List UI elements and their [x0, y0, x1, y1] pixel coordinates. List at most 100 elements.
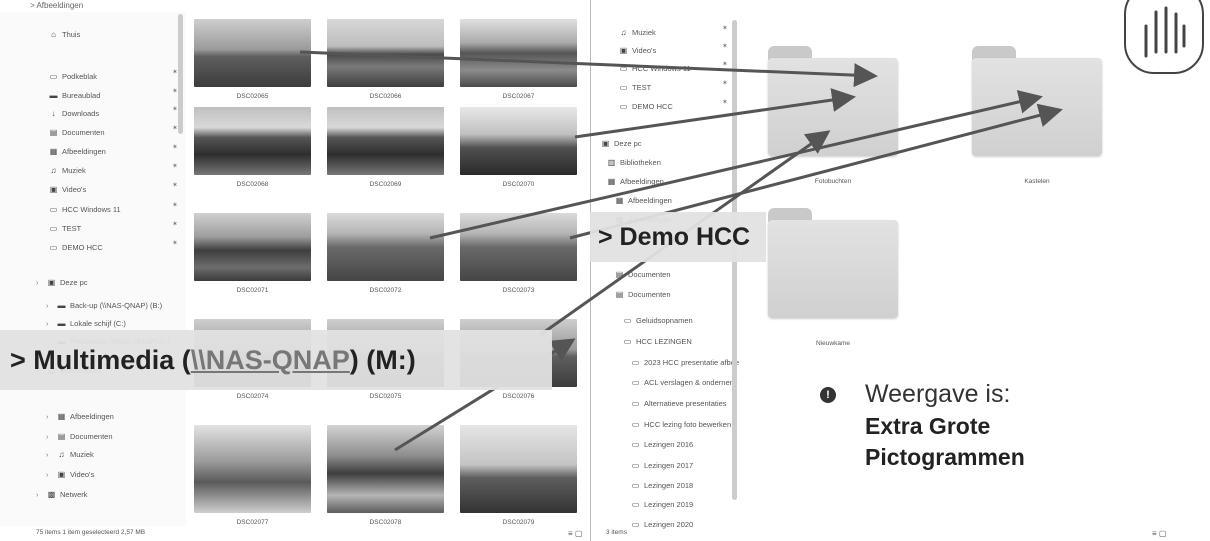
nav-item-label: Lezingen 2017 — [644, 461, 694, 470]
video-icon: ▣ — [619, 46, 628, 55]
pin-icon[interactable]: ✶ — [722, 79, 728, 87]
nav-item[interactable]: ▭ Lezingen 2016 — [630, 436, 694, 454]
nav-item[interactable]: ▥ Bibliotheken — [606, 154, 661, 172]
nav-item[interactable]: ▭ HCC Windows 11 — [48, 201, 121, 219]
nav-item[interactable]: ▭ 2023 HCC presentatie afbee — [630, 354, 739, 372]
nav-item-label: Alternatieve presentaties — [644, 399, 727, 408]
nav-item[interactable]: ♫ Muziek — [48, 162, 86, 180]
nav-item[interactable]: ▤ Documenten — [48, 124, 105, 142]
nav-item[interactable]: › ▤ Documenten — [46, 428, 113, 446]
nav-item[interactable]: ▭ Lezingen 2018 — [630, 477, 694, 495]
photo-thumbnail[interactable] — [460, 213, 577, 281]
view-toggle-right[interactable]: ≡ ▢ — [1152, 529, 1166, 538]
pin-icon[interactable]: ✶ — [722, 60, 728, 68]
nav-item[interactable]: ↓ Downloads — [48, 105, 100, 123]
nav-item[interactable]: ♫ Muziek — [618, 24, 656, 42]
photo-thumbnail[interactable] — [327, 213, 444, 281]
hand-icon — [1124, 0, 1204, 74]
folder-label: Kastelen — [1024, 178, 1050, 185]
nav-item[interactable]: ▤ Documenten — [614, 286, 671, 304]
photo-thumbnail[interactable] — [194, 107, 311, 175]
note-line-1: Weergave is: — [865, 380, 1011, 408]
pin-icon[interactable]: ✶ — [172, 105, 178, 113]
nav-scrollbar[interactable] — [178, 14, 183, 134]
document-icon: ▤ — [49, 128, 58, 137]
nav-item[interactable]: ▭ DEMO HCC — [48, 239, 103, 257]
pin-icon[interactable]: ✶ — [172, 162, 178, 170]
nav-item[interactable]: ▬ Bureaublad — [48, 87, 101, 105]
nav-item[interactable]: ▭ DEMO HCC — [618, 98, 673, 116]
photo-thumbnail[interactable] — [194, 213, 311, 281]
nav-item[interactable]: ▭ Lezingen 2019 — [630, 496, 694, 514]
nav-item[interactable]: ▭ Lezingen 2017 — [630, 457, 694, 475]
breadcrumb[interactable]: > Afbeeldingen — [0, 0, 590, 12]
pin-icon[interactable]: ✶ — [172, 87, 178, 95]
folder-icon: ▭ — [49, 224, 58, 233]
nav-item[interactable]: › ▬ Back-up (\\NAS-QNAP) (B:) — [46, 297, 162, 315]
nav-item[interactable]: ▭ TEST — [48, 220, 81, 238]
nav-item[interactable]: › ▣ Deze pc — [36, 274, 88, 292]
nav-item[interactable]: ▦ Afbeeldingen — [614, 192, 672, 210]
pin-icon[interactable]: ✶ — [172, 124, 178, 132]
pin-icon[interactable]: ✶ — [172, 181, 178, 189]
photo-thumbnail[interactable] — [327, 19, 444, 87]
chevron-icon[interactable]: › — [46, 467, 56, 485]
nav-item[interactable]: ▭ Geluidsopnamen — [622, 312, 693, 330]
nav-item[interactable]: ▭ Lezingen 2020 — [630, 516, 694, 534]
nav-item[interactable]: ▭ HCC Windows 11 — [618, 60, 691, 78]
photo-thumbnail[interactable] — [460, 425, 577, 513]
pin-icon[interactable]: ✶ — [172, 68, 178, 76]
nav-item-label: Downloads — [62, 109, 100, 118]
explorer-window-left: > Afbeeldingen ⌂ Thuis ▭ Podkeblak ✶ ▬ Bureaub… — [0, 0, 591, 541]
pin-icon[interactable]: ✶ — [722, 24, 728, 32]
chevron-icon[interactable]: › — [36, 275, 46, 293]
nav-item[interactable]: ▦ Afbeeldingen — [606, 173, 664, 191]
chevron-icon[interactable]: › — [46, 429, 56, 447]
photo-thumbnail[interactable] — [327, 425, 444, 513]
thumbnail-label: DSC02065 — [236, 93, 269, 100]
pin-icon[interactable]: ✶ — [172, 143, 178, 151]
nav-item[interactable]: ▣ Deze pc — [600, 135, 642, 153]
nav-item[interactable]: ▭ Podkeblak — [48, 68, 97, 86]
nav-item[interactable]: ▭ Alternatieve presentaties — [630, 395, 727, 413]
download-icon: ↓ — [51, 109, 56, 118]
nav-item-label: Geluidsopnamen — [636, 316, 693, 325]
nav-item-label: Documenten — [62, 128, 105, 137]
nav-item[interactable]: › ▣ Video's — [46, 466, 94, 484]
callout-multimedia: > Multimedia (\\NAS-QNAP) (M:) — [0, 330, 552, 390]
photo-thumbnail[interactable] — [194, 425, 311, 513]
nav-item[interactable]: ⌂ Thuis — [48, 26, 80, 44]
chevron-icon[interactable]: › — [36, 487, 46, 505]
pin-icon[interactable]: ✶ — [172, 239, 178, 247]
pin-icon[interactable]: ✶ — [172, 201, 178, 209]
nav-item[interactable]: ▭ HCC LEZINGEN — [622, 333, 692, 351]
photo-thumbnail[interactable] — [460, 107, 577, 175]
nav-item[interactable]: › ▦ Afbeeldingen — [46, 408, 114, 426]
nav-item-label: DEMO HCC — [632, 102, 673, 111]
nav-item[interactable]: ▭ ACL verslagen & ondernemi — [630, 374, 738, 392]
chevron-icon[interactable]: › — [46, 447, 56, 465]
nav-item-label: Muziek — [632, 28, 656, 37]
photo-thumbnail[interactable] — [327, 107, 444, 175]
nav-item[interactable]: › ▩ Netwerk — [36, 486, 88, 504]
view-toggle[interactable]: ≡ ▢ — [568, 529, 582, 538]
callout-multimedia-nas: \\NAS-QNAP — [190, 345, 350, 375]
nav-item[interactable]: ▭ TEST — [618, 79, 651, 97]
nav-item[interactable]: ▤ Documenten — [614, 266, 671, 284]
chevron-icon[interactable]: › — [46, 409, 56, 427]
nav-item-label: Muziek — [70, 450, 94, 459]
nav-item-label: Bureaublad — [62, 91, 101, 100]
pin-icon[interactable]: ✶ — [722, 42, 728, 50]
nav-item[interactable]: ▣ Video's — [48, 181, 87, 199]
nav-item[interactable]: ▦ Afbeeldingen — [48, 143, 106, 161]
photo-thumbnail[interactable] — [460, 19, 577, 87]
nav-item[interactable]: › ♫ Muziek — [46, 446, 94, 464]
chevron-icon[interactable]: › — [46, 298, 56, 316]
pin-icon[interactable]: ✶ — [172, 220, 178, 228]
nav-item[interactable]: ▣ Video's — [618, 42, 657, 60]
home-icon: ⌂ — [51, 30, 56, 39]
nav-item[interactable]: ▭ HCC lezing foto bewerken — [630, 416, 731, 434]
photo-thumbnail[interactable] — [194, 19, 311, 87]
pin-icon[interactable]: ✶ — [722, 98, 728, 106]
thumbnail-label: DSC02073 — [502, 287, 535, 294]
